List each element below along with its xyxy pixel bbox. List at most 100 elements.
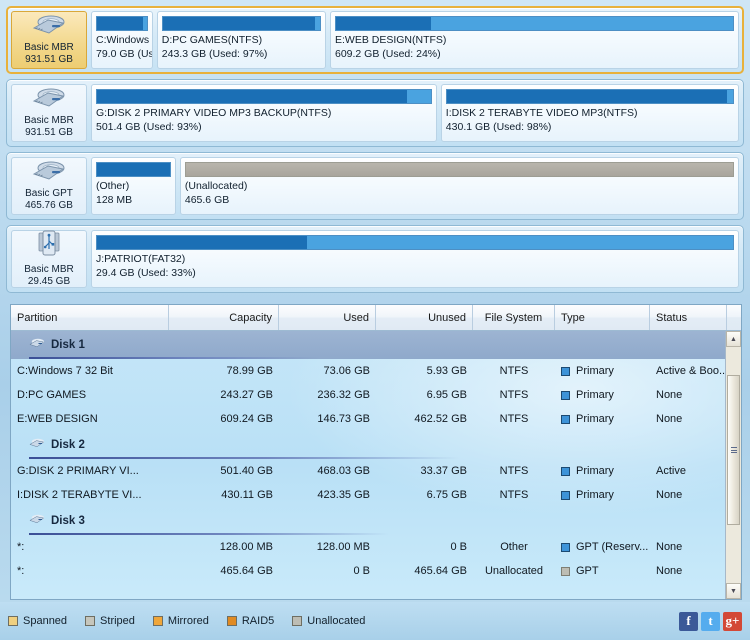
type-label: GPT [576,565,599,577]
table-row[interactable]: C:Windows 7 32 Bit 78.99 GB 73.06 GB 5.93 G… [11,359,727,383]
table-row[interactable]: D:PC GAMES 243.27 GB 236.32 GB 6.95 GB NTFS P… [11,383,725,407]
scroll-down-button[interactable]: ▼ [726,583,741,599]
disk-row-3[interactable]: Basic GPT 465.76 GB (Other) 128 MB (Unalloca… [6,152,744,220]
legend-swatch-icon [85,616,96,626]
cell-fs: NTFS [499,465,529,477]
cell-type: GPT [555,565,650,577]
disk-header-1[interactable]: Basic MBR 931.51 GB [11,11,87,69]
usage-bar-fill [97,236,307,249]
disk-header-4[interactable]: Basic MBR 29.45 GB [11,230,87,288]
cell-type: Primary [555,465,650,477]
disk-row-2[interactable]: Basic MBR 931.51 GB G:DISK 2 PRIMARY VIDEO… [6,79,744,147]
disk-row-4[interactable]: Basic MBR 29.45 GB J:PATRIOT(FAT32) 29.4 GB… [6,225,744,293]
disk-group-label: Disk 2 [51,439,85,451]
type-color-swatch-icon [561,566,570,576]
usage-bar-fill [446,90,728,103]
partition-block[interactable]: D:PC GAMES(NTFS) 243.3 GB (Used: 97%) [156,11,326,69]
cell-used: 128.00 MB [316,541,370,553]
legend-swatch-icon [292,616,303,626]
cell-type: Primary [555,365,650,377]
usage-bar [96,235,734,250]
cell-unused: 6.95 GB [426,389,467,401]
partition-size: 79.0 GB (Used [96,48,152,60]
legend-label: Striped [100,615,135,627]
table-row[interactable]: *: 465.64 GB 0 B 465.64 GB Unallocated GPT Non… [11,559,725,583]
cell-fs: NTFS [499,413,529,425]
partition-table-panel: Partition Capacity Used Unused File System Ty… [10,304,742,600]
cell-fs: Other [500,541,528,553]
disk-header-2[interactable]: Basic MBR 931.51 GB [11,84,87,142]
type-color-swatch-icon [561,542,570,552]
disk-group-header[interactable]: Disk 3 [11,507,725,535]
column-header-capacity[interactable]: Capacity [169,305,279,330]
type-label: Primary [576,465,614,477]
table-row[interactable]: I:DISK 2 TERABYTE VI... 430.11 GB 423.35 G… [11,483,725,507]
partition-block[interactable]: (Unallocated) 465.6 GB [179,157,739,215]
partition-block[interactable]: J:PATRIOT(FAT32) 29.4 GB (Used: 33%) [91,230,739,288]
partition-block[interactable]: C:Windows 7 79.0 GB (Used [91,11,153,69]
type-label: GPT (Reserv... [576,541,649,553]
partition-block[interactable]: G:DISK 2 PRIMARY VIDEO MP3 BACKUP(NTFS) 5… [91,84,437,142]
disk-icon [29,512,45,530]
partition-block[interactable]: I:DISK 2 TERABYTE VIDEO MP3(NTFS) 430.1 G… [440,84,739,142]
partition-strip: C:Windows 7 79.0 GB (Used D:PC GAMES(NTFS)… [91,11,739,69]
partition-size: 243.3 GB (Used: 97%) [161,48,268,60]
column-header-partition[interactable]: Partition [11,305,169,330]
usage-bar [334,16,734,31]
table-row[interactable]: G:DISK 2 PRIMARY VI... 501.40 GB 468.03 GB… [11,459,725,483]
partition-size: 29.4 GB (Used: 33%) [96,267,196,279]
disk-group-header[interactable]: Disk 1 [11,331,725,359]
legend-label: RAID5 [241,615,275,627]
partition-name: G:DISK 2 PRIMARY VIDEO MP3 BACKUP(NTFS) [96,107,332,119]
disk-size-label: 29.45 GB [27,276,71,287]
column-header-file-system[interactable]: File System [473,305,555,330]
disk-icon [29,436,45,454]
partition-name: I:DISK 2 TERABYTE VIDEO MP3(NTFS) [445,107,638,119]
scrollbar-thumb[interactable] [727,375,740,525]
disk-group-header[interactable]: Disk 2 [11,431,725,459]
type-label: Primary [576,389,614,401]
partition-name: J:PATRIOT(FAT32) [96,253,186,265]
facebook-icon[interactable]: f [679,611,698,631]
partition-block[interactable]: (Other) 128 MB [91,157,176,215]
column-header-status[interactable]: Status [650,305,727,330]
cell-status: None [656,541,683,553]
type-color-swatch-icon [561,466,570,476]
column-header-unused[interactable]: Unused [376,305,473,330]
hard-disk-icon [32,14,66,42]
disk-map-panel: Basic MBR931.51 GBC:Windows 779.0 GB (Us… [0,0,750,300]
twitter-icon[interactable]: t [701,611,720,631]
scroll-up-button[interactable]: ▲ [726,331,741,347]
cell-status: Active [656,465,686,477]
column-header-used[interactable]: Used [279,305,376,330]
usage-bar-fill [97,17,143,30]
hard-disk-icon [32,160,66,188]
disk-header-3[interactable]: Basic GPT 465.76 GB [11,157,87,215]
legend-label: Mirrored [167,615,209,627]
cell-status: Active & Boo... [656,365,727,377]
partition-strip: G:DISK 2 PRIMARY VIDEO MP3 BACKUP(NTFS) 5… [91,84,739,142]
table-rows-container: Disk 1 C:Windows 7 32 Bit 78.99 GB 73.06 GB… [11,331,727,583]
cell-unused: 465.64 GB [414,565,467,577]
partition-strip: J:PATRIOT(FAT32) 29.4 GB (Used: 33%) [91,230,739,288]
table-header-row: Partition Capacity Used Unused File System Ty… [11,305,741,331]
social-links[interactable]: f t g+ [679,611,742,631]
cell-partition: G:DISK 2 PRIMARY VI... [17,465,139,477]
scrollbar-grip-icon [730,446,737,455]
column-header-type[interactable]: Type [555,305,650,330]
partition-block[interactable]: E:WEB DESIGN(NTFS) 609.2 GB (Used: 24%) [329,11,739,69]
partition-name: (Unallocated) [184,180,248,192]
legend-item-unallocated: Unallocated [292,615,365,627]
table-body[interactable]: Disk 1 C:Windows 7 32 Bit 78.99 GB 73.06 GB… [11,331,741,599]
table-row[interactable]: E:WEB DESIGN 609.24 GB 146.73 GB 462.52 GB N… [11,407,725,431]
usage-bar [445,89,734,104]
table-row[interactable]: *: 128.00 MB 128.00 MB 0 B Other GPT (Reserv.… [11,535,725,559]
disk-type-label: Basic MBR [24,42,74,53]
type-color-swatch-icon [561,390,570,400]
scrollbar-track[interactable] [726,347,741,583]
partition-size: 128 MB [96,194,133,206]
googleplus-icon[interactable]: g+ [723,611,742,631]
vertical-scrollbar[interactable]: ▲ ▼ [725,331,741,599]
partition-name: (Other) [96,180,130,192]
disk-row-1[interactable]: Basic MBR931.51 GB C:Windows 7 79.0 GB (Us… [6,6,744,74]
